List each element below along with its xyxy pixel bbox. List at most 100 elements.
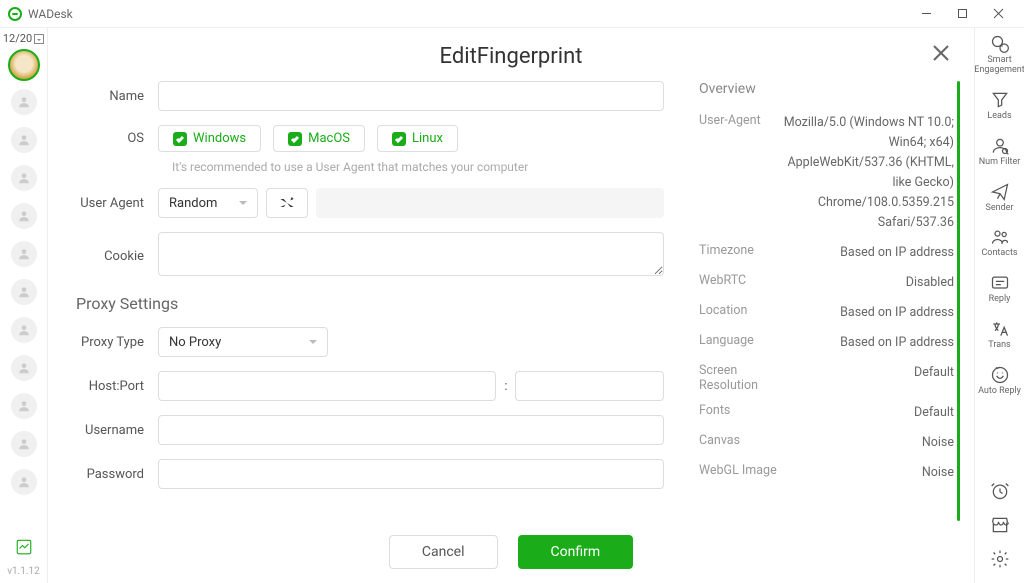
avatar-slot[interactable] [11,127,37,153]
tool-contacts[interactable]: Contacts [974,227,1024,259]
person-icon [17,361,31,375]
overview-row: LocationBased on IP address [699,303,954,323]
shuffle-icon [279,195,295,211]
overview-label: WebGL Image [699,463,777,483]
username-input[interactable] [158,415,664,445]
overview-label: Language [699,333,777,353]
port-input[interactable] [515,371,664,401]
cancel-label: Cancel [422,544,465,560]
counter-text: 12/20 [3,32,32,45]
avatar-slot[interactable] [11,89,37,115]
overview-value: Noise [777,463,954,483]
maximize-button[interactable] [944,0,980,28]
tool-label: Trans [988,341,1010,351]
hostport-separator: : [504,379,507,394]
avatar-slot[interactable] [11,203,37,229]
overview-row: User-AgentMozilla/5.0 (Windows NT 10.0; … [699,113,954,233]
tool-numfilter[interactable]: Num Filter [974,136,1024,168]
proxy-type-label: Proxy Type [68,335,158,350]
shuffle-button[interactable] [266,188,308,218]
os-macos-checkbox[interactable]: MacOS [273,125,365,152]
overview-label: WebRTC [699,273,777,293]
avatar-slot[interactable] [11,241,37,267]
store-icon [990,515,1010,535]
alarm-icon [990,481,1010,501]
gear-icon [990,549,1010,569]
ua-select[interactable]: Random [158,188,258,218]
right-rail: Smart Engagement Leads Num Filter Sender Con… [974,28,1024,583]
overview-label: Screen Resolution [699,363,777,393]
cookie-input[interactable] [158,232,664,276]
alarm-button[interactable] [990,481,1010,505]
overview-label: Canvas [699,433,777,453]
expand-icon [34,34,44,44]
tool-reply[interactable]: Reply [974,273,1024,305]
overview-label: Fonts [699,403,777,423]
tool-autoreply[interactable]: Auto Reply [974,365,1024,397]
avatar-slot[interactable] [11,355,37,381]
name-input[interactable] [158,81,664,111]
store-button[interactable] [990,515,1010,539]
cancel-button[interactable]: Cancel [389,535,498,569]
person-icon [17,133,31,147]
tool-trans[interactable]: Trans [974,319,1024,351]
check-icon [175,134,185,144]
avatar-slot[interactable] [11,317,37,343]
os-linux-checkbox[interactable]: Linux [377,125,458,152]
host-input[interactable] [158,371,496,401]
tool-label: Leads [987,112,1011,122]
overview-row: WebGL ImageNoise [699,463,954,483]
version-label: v1.1.12 [7,566,40,577]
tool-leads[interactable]: Leads [974,90,1024,122]
ua-label: User Agent [68,196,158,211]
password-input[interactable] [158,459,664,489]
overview-value: Based on IP address [777,243,954,263]
person-icon [17,247,31,261]
person-icon [17,323,31,337]
person-icon [17,437,31,451]
overview-value: Disabled [777,273,954,293]
hostport-label: Host:Port [68,379,158,394]
avatar-slot[interactable] [11,393,37,419]
avatar-slot[interactable] [11,469,37,495]
app-logo-icon [8,7,22,21]
close-window-button[interactable] [980,0,1016,28]
stats-button[interactable] [11,534,37,560]
overview-row: Screen ResolutionDefault [699,363,954,393]
os-macos-label: MacOS [308,131,350,146]
avatar-slot[interactable] [11,165,37,191]
tool-sender[interactable]: Sender [974,182,1024,214]
check-icon [394,134,404,144]
settings-button[interactable] [990,549,1010,573]
person-icon [17,475,31,489]
account-counter[interactable]: 12/20 [3,32,44,45]
minimize-button[interactable] [908,0,944,28]
tool-smart[interactable]: Smart Engagement [974,34,1024,76]
overview-label: Location [699,303,777,323]
avatar-slot[interactable] [11,431,37,457]
ua-select-value: Random [169,196,217,211]
password-label: Password [68,467,158,482]
username-label: Username [68,423,158,438]
name-label: Name [68,89,158,104]
check-icon [290,134,300,144]
active-avatar[interactable] [8,49,40,81]
overview-row: FontsDefault [699,403,954,423]
overview-row: WebRTCDisabled [699,273,954,293]
form-column: Name OS Windows MacOS Linux It's recomme… [68,81,684,521]
proxy-type-select[interactable]: No Proxy [158,327,328,357]
overview-label: User-Agent [699,113,777,233]
chart-icon [15,538,33,556]
avatar-slot[interactable] [11,279,37,305]
tool-label: Num Filter [979,158,1021,168]
overview-column: Overview User-AgentMozilla/5.0 (Windows … [684,81,954,521]
overview-value: Default [777,363,954,393]
overview-value: Based on IP address [777,333,954,353]
close-button[interactable] [932,44,950,66]
leads-icon [990,90,1010,110]
overview-row: LanguageBased on IP address [699,333,954,353]
overview-label: Timezone [699,243,777,263]
tool-label: Auto Reply [978,387,1021,397]
os-windows-checkbox[interactable]: Windows [158,125,261,152]
confirm-button[interactable]: Confirm [518,535,634,569]
